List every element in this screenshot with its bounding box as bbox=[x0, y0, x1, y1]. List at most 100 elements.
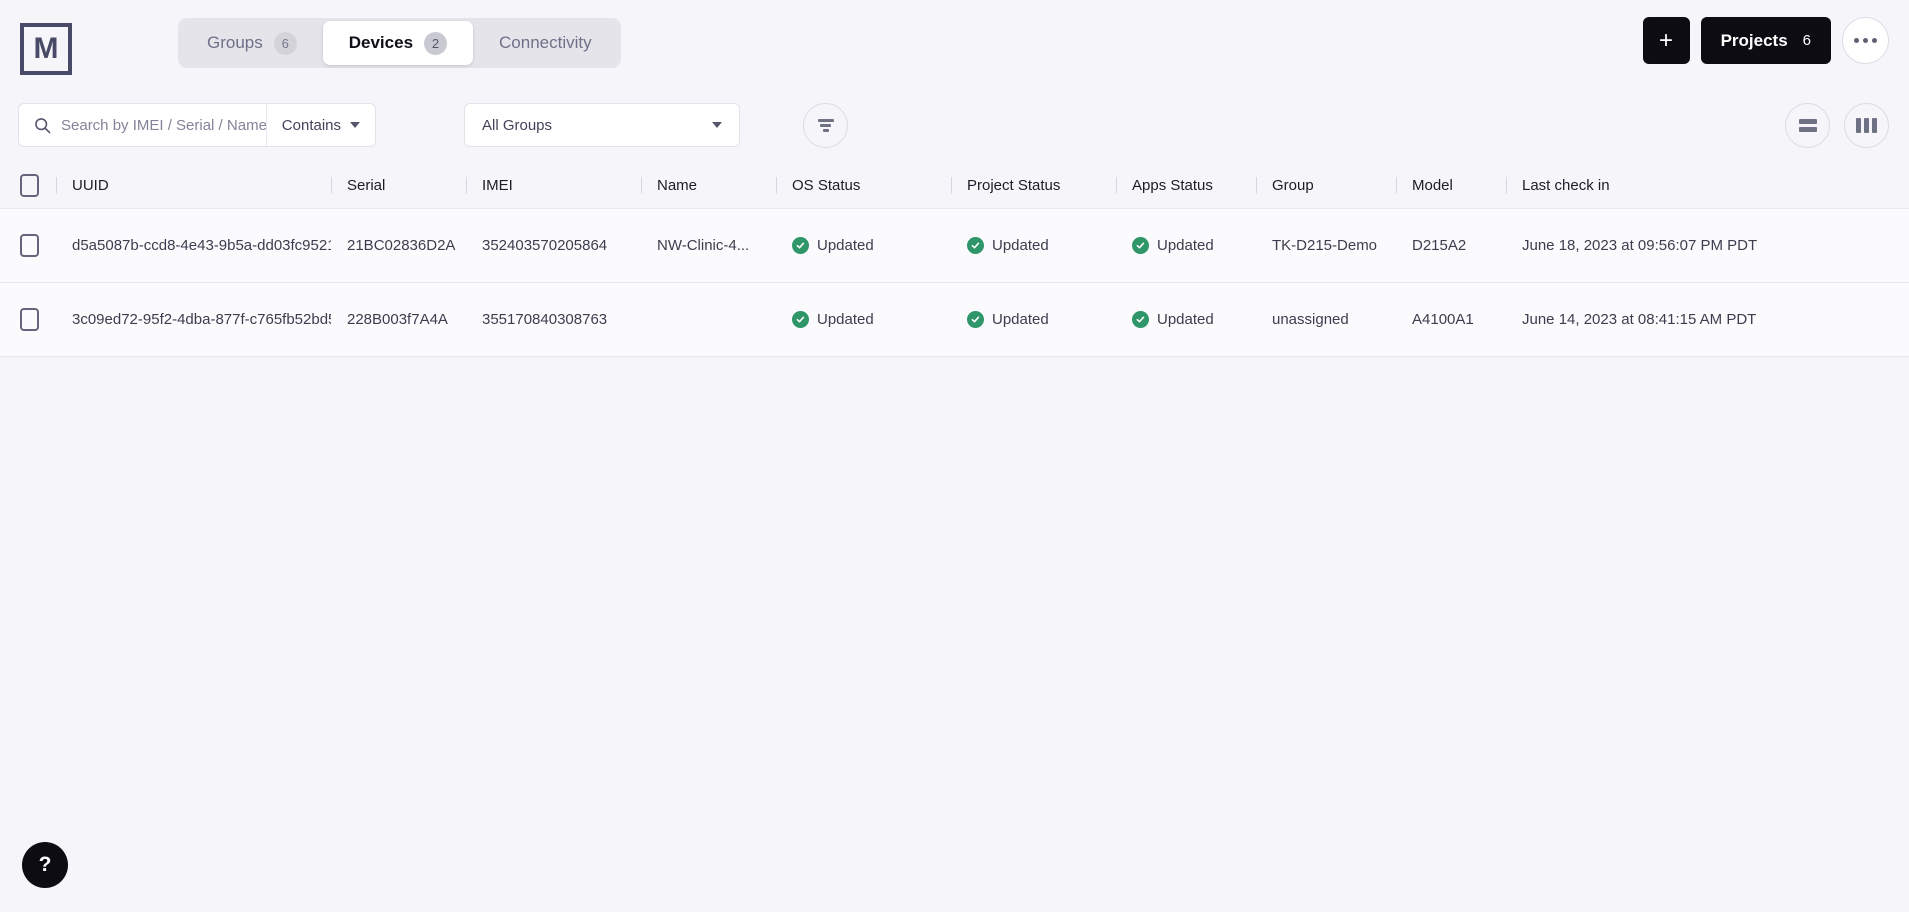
search-input[interactable] bbox=[61, 116, 266, 134]
funnel-icon bbox=[817, 119, 834, 132]
cell-apps-status: Updated bbox=[1116, 237, 1256, 254]
cell-serial: 21BC02836D2A bbox=[331, 237, 466, 254]
filter-bar: Contains All Groups bbox=[0, 97, 1909, 162]
cell-group-value: TK-D215-Demo bbox=[1272, 237, 1378, 254]
group-filter-label: All Groups bbox=[482, 116, 553, 134]
search-match-mode-select[interactable]: Contains bbox=[265, 104, 375, 146]
tab-connectivity[interactable]: Connectivity bbox=[473, 21, 618, 65]
table-header-row: UUID Serial IMEI Name OS Status Project … bbox=[0, 162, 1909, 208]
column-header-model[interactable]: Model bbox=[1396, 177, 1506, 194]
app-logo[interactable]: M bbox=[20, 22, 72, 75]
column-header-uuid-label: UUID bbox=[72, 176, 109, 194]
select-all-cell bbox=[0, 173, 56, 197]
check-circle-icon bbox=[1132, 237, 1149, 254]
cell-imei-value: 355170840308763 bbox=[482, 311, 608, 328]
top-bar: M Groups 6 Devices 2 Connectivity + Proj… bbox=[0, 0, 1909, 97]
cell-last-check-in: June 14, 2023 at 08:41:15 AM PDT bbox=[1506, 311, 1906, 328]
row-select-checkbox[interactable] bbox=[20, 308, 39, 331]
os-status-badge: Updated bbox=[776, 237, 874, 254]
search-icon bbox=[35, 117, 51, 133]
column-header-name[interactable]: Name bbox=[641, 177, 776, 194]
rows-view-button[interactable] bbox=[1785, 103, 1830, 148]
cell-model-value: D215A2 bbox=[1412, 237, 1467, 254]
check-circle-icon bbox=[967, 311, 984, 328]
column-header-os-status[interactable]: OS Status bbox=[776, 177, 951, 194]
plus-icon: + bbox=[1659, 26, 1674, 54]
projects-button[interactable]: Projects 6 bbox=[1700, 17, 1831, 64]
filter-button[interactable] bbox=[803, 103, 848, 148]
group-filter-select[interactable]: All Groups bbox=[464, 103, 740, 147]
project-status-label: Updated bbox=[992, 237, 1049, 254]
column-header-project-status[interactable]: Project Status bbox=[951, 177, 1116, 194]
column-header-uuid[interactable]: UUID bbox=[56, 177, 331, 194]
column-header-serial[interactable]: Serial bbox=[331, 177, 466, 194]
check-circle-icon bbox=[967, 237, 984, 254]
column-header-apps-status-label: Apps Status bbox=[1132, 176, 1213, 194]
select-all-checkbox[interactable] bbox=[20, 173, 39, 197]
cell-os-status: Updated bbox=[776, 311, 951, 328]
row-select-checkbox[interactable] bbox=[20, 234, 39, 257]
ellipsis-icon-dot bbox=[1872, 38, 1877, 43]
tab-devices[interactable]: Devices 2 bbox=[322, 21, 474, 65]
column-header-last-check-in-label: Last check in bbox=[1522, 176, 1610, 194]
cell-project-status: Updated bbox=[951, 311, 1116, 328]
cell-group: TK-D215-Demo bbox=[1256, 237, 1396, 254]
more-options-button[interactable] bbox=[1842, 17, 1889, 64]
column-header-last-check-in[interactable]: Last check in bbox=[1506, 177, 1906, 194]
column-header-model-label: Model bbox=[1412, 176, 1453, 194]
check-circle-icon bbox=[792, 311, 809, 328]
cell-os-status: Updated bbox=[776, 237, 951, 254]
cell-model-value: A4100A1 bbox=[1412, 311, 1474, 328]
tab-groups[interactable]: Groups 6 bbox=[181, 21, 323, 65]
table-row[interactable]: 3c09ed72-95f2-4dba-877f-c765fb52bd59 228… bbox=[0, 282, 1909, 356]
apps-status-label: Updated bbox=[1157, 311, 1214, 328]
row-select-cell bbox=[0, 308, 56, 331]
cell-last-check-in: June 18, 2023 at 09:56:07 PM PDT bbox=[1506, 237, 1906, 254]
cell-project-status: Updated bbox=[951, 237, 1116, 254]
column-header-group[interactable]: Group bbox=[1256, 177, 1396, 194]
help-button[interactable]: ? bbox=[22, 842, 68, 888]
project-status-badge: Updated bbox=[951, 237, 1049, 254]
cell-last-check-in-value: June 14, 2023 at 08:41:15 AM PDT bbox=[1522, 311, 1757, 328]
check-circle-icon bbox=[1132, 311, 1149, 328]
devices-table: UUID Serial IMEI Name OS Status Project … bbox=[0, 162, 1909, 357]
columns-view-icon bbox=[1856, 118, 1877, 133]
table-bottom-divider bbox=[0, 356, 1909, 357]
projects-button-label: Projects bbox=[1720, 30, 1788, 50]
cell-serial: 228B003f7A4A bbox=[331, 311, 466, 328]
column-header-os-status-label: OS Status bbox=[792, 176, 861, 194]
search-control: Contains bbox=[18, 103, 376, 147]
add-button[interactable]: + bbox=[1642, 17, 1690, 64]
row-select-cell bbox=[0, 234, 56, 257]
search-input-container bbox=[19, 104, 266, 146]
chevron-down-icon bbox=[350, 122, 360, 128]
project-status-label: Updated bbox=[992, 311, 1049, 328]
view-toggle-group bbox=[1785, 103, 1889, 148]
chevron-down-icon bbox=[712, 122, 722, 128]
column-header-apps-status[interactable]: Apps Status bbox=[1116, 177, 1256, 194]
column-header-project-status-label: Project Status bbox=[967, 176, 1061, 194]
cell-uuid-value: d5a5087b-ccd8-4e43-9b5a-dd03fc952146 bbox=[72, 237, 331, 254]
cell-imei: 352403570205864 bbox=[466, 237, 641, 254]
column-header-imei-label: IMEI bbox=[482, 176, 513, 194]
main-tab-bar: Groups 6 Devices 2 Connectivity bbox=[178, 18, 621, 68]
column-header-imei[interactable]: IMEI bbox=[466, 177, 641, 194]
os-status-label: Updated bbox=[817, 237, 874, 254]
tab-groups-label: Groups bbox=[207, 33, 263, 52]
os-status-label: Updated bbox=[817, 311, 874, 328]
projects-count: 6 bbox=[1802, 32, 1811, 49]
search-match-mode-label: Contains bbox=[281, 116, 341, 134]
tab-devices-badge: 2 bbox=[424, 31, 448, 55]
table-row[interactable]: d5a5087b-ccd8-4e43-9b5a-dd03fc952146 21B… bbox=[0, 208, 1909, 282]
tab-connectivity-label: Connectivity bbox=[499, 33, 592, 52]
cell-uuid: d5a5087b-ccd8-4e43-9b5a-dd03fc952146 bbox=[56, 237, 331, 254]
columns-view-button[interactable] bbox=[1844, 103, 1889, 148]
cell-imei-value: 352403570205864 bbox=[482, 237, 608, 254]
tab-devices-label: Devices bbox=[348, 33, 414, 52]
cell-name-value: NW-Clinic-4... bbox=[657, 237, 750, 254]
cell-name: NW-Clinic-4... bbox=[641, 237, 776, 254]
cell-serial-value: 21BC02836D2A bbox=[347, 237, 456, 254]
tab-groups-badge: 6 bbox=[273, 31, 297, 55]
cell-group-value: unassigned bbox=[1272, 311, 1349, 328]
apps-status-badge: Updated bbox=[1116, 237, 1214, 254]
